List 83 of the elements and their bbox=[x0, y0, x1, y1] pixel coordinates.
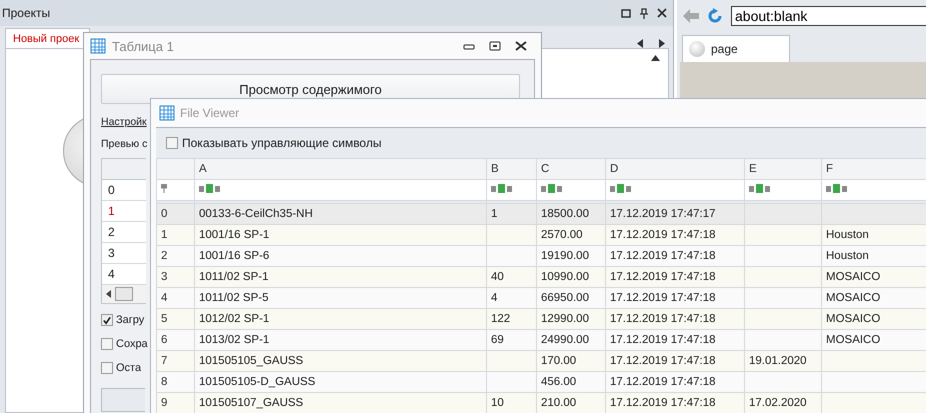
table-cell: 17.12.2019 17:47:18 bbox=[606, 350, 744, 372]
checkbox[interactable] bbox=[101, 314, 113, 326]
table-cell: 1001/16 SP-1 bbox=[194, 224, 486, 246]
preview-row[interactable]: 1 bbox=[102, 201, 146, 222]
close-icon[interactable] bbox=[515, 41, 527, 51]
pin-icon bbox=[161, 184, 167, 193]
checkbox-label: Показывать управляющие символы bbox=[182, 136, 382, 150]
table-cell: 17.12.2019 17:47:17 bbox=[606, 204, 744, 224]
table-cell: 18500.00 bbox=[536, 204, 606, 224]
checkbox[interactable] bbox=[166, 137, 178, 149]
column-header[interactable]: C bbox=[536, 158, 606, 180]
address-field[interactable]: about:blank bbox=[731, 6, 926, 26]
close-icon[interactable] bbox=[657, 8, 667, 18]
project-tab[interactable]: Новый проек bbox=[5, 28, 90, 48]
checkbox-label: Оста bbox=[116, 362, 142, 374]
table-cell: 1 bbox=[486, 204, 536, 224]
settings-link[interactable]: Настройк bbox=[101, 116, 147, 128]
table-cell: Houston bbox=[822, 224, 926, 246]
text-type-icon bbox=[610, 184, 632, 193]
maximize-icon[interactable] bbox=[489, 41, 501, 51]
text-type-icon bbox=[826, 184, 848, 193]
row-number[interactable]: 5 bbox=[156, 308, 194, 330]
table-cell: 12990.00 bbox=[536, 308, 606, 330]
table-cell: 170.00 bbox=[536, 350, 606, 372]
table-cell: 101505107_GAUSS bbox=[194, 392, 486, 413]
column-header[interactable]: D bbox=[606, 158, 744, 180]
row-number[interactable]: 3 bbox=[156, 266, 194, 288]
text-type-icon bbox=[491, 184, 513, 193]
table-cell: 19.01.2020 bbox=[744, 350, 822, 372]
table-cell: 17.12.2019 17:47:18 bbox=[606, 308, 744, 330]
table-cell: MOSAICO bbox=[822, 266, 926, 288]
column-header[interactable]: A bbox=[194, 158, 486, 180]
table-icon bbox=[159, 105, 175, 121]
table-icon bbox=[90, 38, 106, 54]
restore-icon[interactable] bbox=[621, 8, 631, 18]
column-header[interactable]: E bbox=[744, 158, 822, 180]
minimize-icon[interactable] bbox=[463, 42, 475, 50]
window-title: Таблица 1 bbox=[112, 38, 174, 54]
checkbox[interactable] bbox=[101, 338, 113, 350]
table-cell: 1012/02 SP-1 bbox=[194, 308, 486, 330]
table-cell: 2570.00 bbox=[536, 224, 606, 246]
table-cell: 40 bbox=[486, 266, 536, 288]
preview-row[interactable]: 2 bbox=[102, 222, 146, 243]
scroll-left-icon[interactable] bbox=[106, 290, 111, 298]
checkbox-label: Загру bbox=[116, 314, 144, 326]
scrollbar-thumb[interactable] bbox=[115, 287, 133, 301]
row-number[interactable]: 7 bbox=[156, 350, 194, 372]
preview-row[interactable]: 0 bbox=[102, 180, 146, 201]
checkbox-label: Сохра bbox=[116, 338, 148, 350]
table-cell bbox=[486, 350, 536, 372]
text-type-icon bbox=[749, 184, 771, 193]
browser-tab[interactable]: page bbox=[682, 35, 790, 62]
scroll-up-icon[interactable] bbox=[651, 55, 660, 61]
row-number[interactable]: 9 bbox=[156, 392, 194, 413]
table-cell: 17.02.2020 bbox=[744, 392, 822, 413]
panel-title: Проекты bbox=[2, 6, 50, 20]
row-number[interactable]: 0 bbox=[156, 204, 194, 224]
table-cell: 00133-6-CeilCh35-NH bbox=[194, 204, 486, 224]
window-title: File Viewer bbox=[180, 106, 240, 120]
scroll-right-icon[interactable] bbox=[659, 39, 665, 48]
column-header[interactable]: B bbox=[486, 158, 536, 180]
refresh-icon[interactable] bbox=[707, 8, 723, 24]
table-cell: 122 bbox=[486, 308, 536, 330]
table-cell: 10 bbox=[486, 392, 536, 413]
table-cell: 101505105_GAUSS bbox=[194, 350, 486, 372]
table-cell: 17.12.2019 17:47:18 bbox=[606, 392, 744, 413]
text-type-icon bbox=[199, 184, 221, 193]
table-cell bbox=[486, 224, 536, 246]
table-cell: 10990.00 bbox=[536, 266, 606, 288]
preview-label: Превью с bbox=[101, 138, 148, 150]
table-cell: 210.00 bbox=[536, 392, 606, 413]
table-cell: 17.12.2019 17:47:18 bbox=[606, 224, 744, 246]
table-cell: MOSAICO bbox=[822, 308, 926, 330]
checkbox[interactable] bbox=[101, 362, 113, 374]
table-cell: 17.12.2019 17:47:18 bbox=[606, 266, 744, 288]
scroll-left-icon[interactable] bbox=[637, 39, 643, 48]
globe-icon bbox=[689, 41, 705, 57]
table-cell: 1011/02 SP-1 bbox=[194, 266, 486, 288]
column-header[interactable]: F bbox=[822, 158, 926, 180]
pin-icon[interactable] bbox=[639, 8, 649, 18]
preview-row[interactable]: 3 bbox=[102, 243, 146, 264]
text-type-icon bbox=[541, 184, 563, 193]
row-number[interactable]: 1 bbox=[156, 224, 194, 246]
